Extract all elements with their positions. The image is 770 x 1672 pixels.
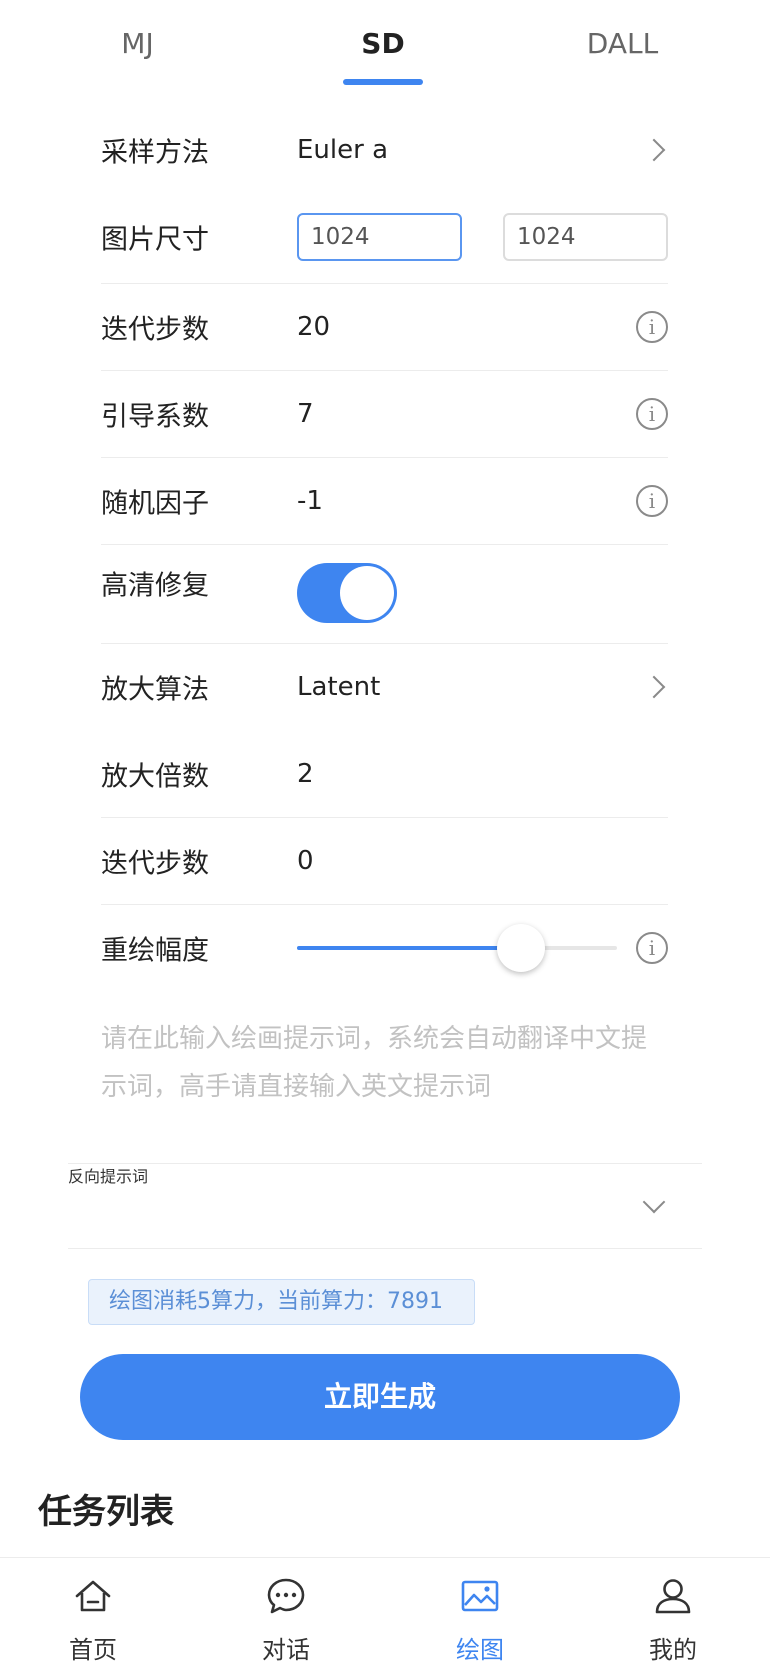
divider (68, 1248, 702, 1249)
hires-steps-label: 迭代步数 (101, 848, 209, 880)
hires-fix-row: 高清修复 (101, 545, 668, 641)
negative-prompt-label: 反向提示词 (68, 1167, 149, 1186)
hires-fix-label: 高清修复 (101, 570, 209, 602)
negative-prompt-row[interactable]: 反向提示词 (68, 1163, 702, 1249)
nav-label: 绘图 (456, 1636, 504, 1664)
power-info-badge: 绘图消耗5算力，当前算力：7891 (88, 1279, 475, 1325)
nav-label: 我的 (649, 1636, 697, 1664)
info-icon[interactable]: i (636, 398, 668, 430)
image-size-row: 图片尺寸 (101, 192, 668, 282)
denoising-row: 重绘幅度 i (101, 905, 668, 991)
sampler-value: Euler a (297, 135, 389, 165)
task-list-title: 任务列表 (38, 1492, 174, 1532)
model-tabs: MJ SD DALL (0, 0, 770, 92)
info-icon[interactable]: i (636, 485, 668, 517)
nav-item-home[interactable]: 首页 (33, 1558, 153, 1672)
generate-button[interactable]: 立即生成 (80, 1354, 680, 1440)
home-icon (75, 1580, 111, 1612)
nav-item-drawing[interactable]: 绘图 (420, 1558, 540, 1672)
nav-label: 首页 (69, 1636, 117, 1664)
hires-steps-row: 迭代步数 0 (101, 818, 668, 904)
image-size-label: 图片尺寸 (101, 224, 209, 256)
nav-label: 对话 (262, 1636, 310, 1664)
tab-sd[interactable]: SD (340, 22, 426, 66)
tab-mj[interactable]: MJ (100, 22, 175, 66)
seed-value[interactable]: -1 (297, 486, 323, 516)
tab-dall[interactable]: DALL (570, 22, 675, 66)
active-tab-indicator (343, 79, 423, 85)
chat-icon (267, 1578, 305, 1614)
upscale-factor-value[interactable]: 2 (297, 759, 314, 789)
sd-drawing-page: MJ SD DALL 采样方法 Euler a 图片尺寸 迭代步数 20 i 引… (0, 0, 770, 1672)
cfg-label: 引导系数 (101, 401, 209, 433)
prompt-input[interactable]: 请在此输入绘画提示词，系统会自动翻译中文提示词，高手请直接输入英文提示词 (101, 1015, 668, 1125)
info-icon[interactable]: i (636, 932, 668, 964)
slider-thumb[interactable] (497, 924, 545, 972)
upscaler-row[interactable]: 放大算法 Latent (101, 644, 668, 730)
user-icon (655, 1579, 691, 1614)
chevron-down-icon (642, 1190, 666, 1214)
bottom-nav: 首页 对话 绘图 我的 (0, 1557, 770, 1672)
cfg-value[interactable]: 7 (297, 399, 314, 429)
denoising-label: 重绘幅度 (101, 935, 209, 967)
toggle-knob (340, 566, 394, 620)
steps-label: 迭代步数 (101, 314, 209, 346)
upscaler-value: Latent (297, 672, 381, 702)
height-input[interactable] (503, 213, 668, 261)
nav-item-profile[interactable]: 我的 (613, 1558, 733, 1672)
denoising-slider[interactable] (297, 924, 617, 972)
divider (68, 1163, 702, 1164)
hires-steps-value[interactable]: 0 (297, 846, 314, 876)
width-input[interactable] (297, 213, 462, 261)
upscale-factor-label: 放大倍数 (101, 761, 209, 793)
upscale-factor-row: 放大倍数 2 (101, 731, 668, 817)
seed-row: 随机因子 -1 i (101, 458, 668, 544)
upscaler-label: 放大算法 (101, 674, 209, 706)
sampler-label: 采样方法 (101, 137, 209, 169)
image-icon (461, 1580, 499, 1612)
seed-label: 随机因子 (101, 488, 209, 520)
info-icon[interactable]: i (636, 311, 668, 343)
sampler-row[interactable]: 采样方法 Euler a (101, 110, 668, 190)
cfg-row: 引导系数 7 i (101, 371, 668, 457)
steps-row: 迭代步数 20 i (101, 284, 668, 370)
hires-fix-toggle[interactable] (297, 563, 397, 623)
steps-value[interactable]: 20 (297, 312, 330, 342)
chevron-right-icon (642, 675, 666, 699)
chevron-right-icon (642, 138, 666, 162)
slider-fill (297, 946, 521, 950)
nav-item-chat[interactable]: 对话 (226, 1558, 346, 1672)
